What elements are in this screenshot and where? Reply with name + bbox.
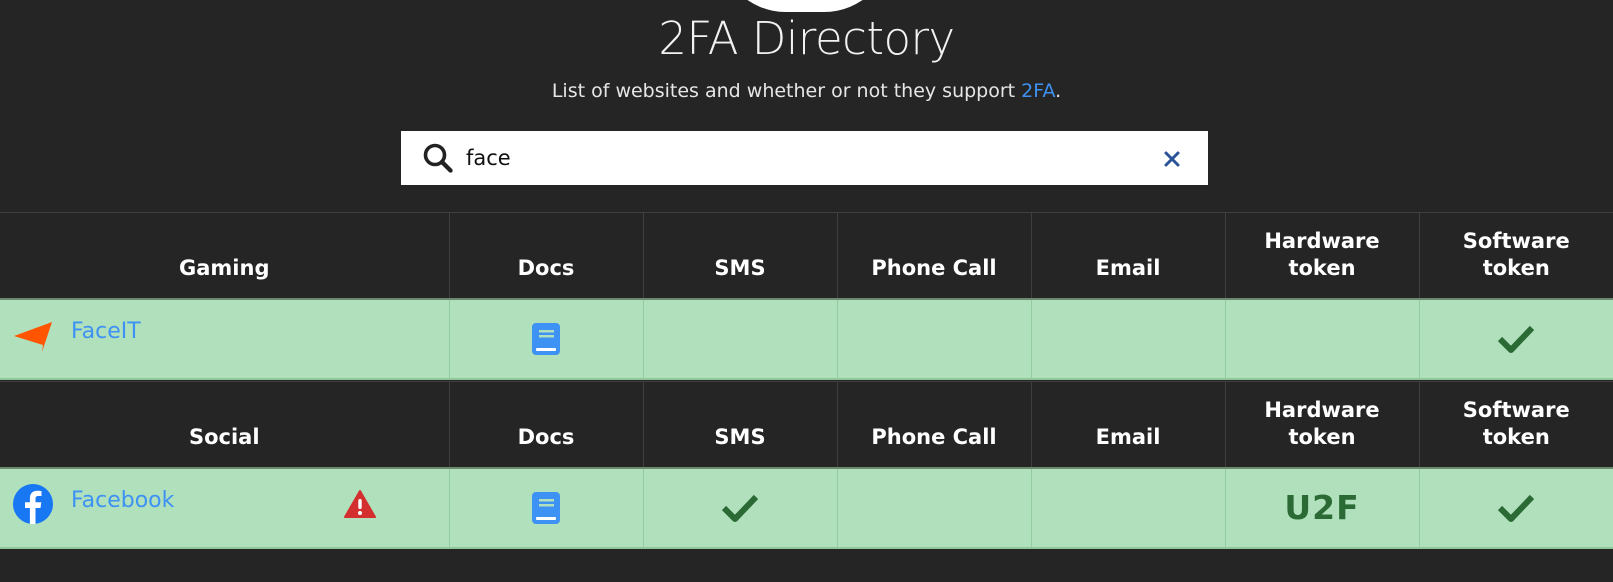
docs-cell bbox=[448, 298, 643, 379]
table-header-row: Gaming Docs SMS Phone Call Email Hardwar… bbox=[0, 212, 1613, 299]
column-docs: Docs bbox=[448, 381, 643, 468]
column-software-label: Software bbox=[1462, 397, 1570, 422]
check-icon bbox=[1498, 325, 1535, 353]
close-icon[interactable] bbox=[1162, 149, 1182, 169]
email-cell bbox=[1030, 298, 1225, 379]
sms-cell bbox=[642, 467, 837, 548]
column-phone-call: Phone Call bbox=[836, 212, 1031, 299]
column-hardware-token: Hardware token bbox=[1224, 212, 1419, 299]
2fa-link[interactable]: 2FA bbox=[1021, 80, 1055, 102]
u2f-badge: U2F bbox=[1284, 488, 1360, 527]
category-table-social: Social Docs SMS Phone Call Email Hardwar… bbox=[0, 381, 1613, 549]
site-cell: Facebook bbox=[0, 467, 449, 548]
facebook-logo-icon bbox=[13, 483, 53, 524]
category-name: Social bbox=[0, 381, 449, 468]
check-icon bbox=[1498, 494, 1535, 522]
docs-book-icon[interactable] bbox=[531, 491, 561, 525]
page: 2FA Directory List of websites and wheth… bbox=[0, 0, 1613, 582]
column-hardware-label-2: token bbox=[1288, 424, 1356, 449]
table-row: Facebook U2F bbox=[0, 467, 1613, 548]
column-hardware-label: Hardware bbox=[1264, 228, 1380, 253]
column-software-token: Software token bbox=[1418, 381, 1613, 468]
column-software-label-2: token bbox=[1482, 255, 1550, 280]
search-icon bbox=[423, 143, 453, 173]
column-hardware-label: Hardware bbox=[1264, 397, 1380, 422]
hardware-token-cell: U2F bbox=[1224, 467, 1419, 548]
column-email: Email bbox=[1030, 212, 1225, 299]
site-link-facebook[interactable]: Facebook bbox=[71, 488, 174, 513]
table-header-row: Social Docs SMS Phone Call Email Hardwar… bbox=[0, 381, 1613, 468]
column-sms: SMS bbox=[642, 381, 837, 468]
software-token-cell bbox=[1418, 298, 1613, 379]
column-docs: Docs bbox=[448, 212, 643, 299]
table-row: FaceIT bbox=[0, 298, 1613, 379]
search-input[interactable] bbox=[466, 141, 1126, 175]
software-token-cell bbox=[1418, 467, 1613, 548]
docs-book-icon[interactable] bbox=[531, 322, 561, 356]
column-software-token: Software token bbox=[1418, 212, 1613, 299]
column-software-label: Software bbox=[1462, 228, 1570, 253]
sms-cell bbox=[642, 298, 837, 379]
email-cell bbox=[1030, 467, 1225, 548]
search-bar bbox=[401, 131, 1208, 185]
phone-call-cell bbox=[836, 298, 1031, 379]
check-icon bbox=[722, 494, 758, 522]
page-title: 2FA Directory bbox=[658, 12, 955, 65]
warning-icon[interactable] bbox=[344, 489, 376, 519]
column-phone-call: Phone Call bbox=[836, 381, 1031, 468]
subtitle-suffix: . bbox=[1055, 80, 1062, 102]
site-link-faceit[interactable]: FaceIT bbox=[71, 319, 141, 344]
hardware-token-cell bbox=[1224, 298, 1419, 379]
category-table-gaming: Gaming Docs SMS Phone Call Email Hardwar… bbox=[0, 212, 1613, 380]
column-email: Email bbox=[1030, 381, 1225, 468]
category-name: Gaming bbox=[0, 212, 449, 299]
column-hardware-token: Hardware token bbox=[1224, 381, 1419, 468]
site-logo-arc[interactable] bbox=[718, 0, 892, 12]
faceit-logo-icon bbox=[14, 321, 52, 352]
column-sms: SMS bbox=[642, 212, 837, 299]
docs-cell bbox=[448, 467, 643, 548]
page-subtitle: List of websites and whether or not they… bbox=[0, 80, 1613, 102]
site-cell: FaceIT bbox=[0, 298, 449, 379]
column-software-label-2: token bbox=[1482, 424, 1550, 449]
column-hardware-label-2: token bbox=[1288, 255, 1356, 280]
phone-call-cell bbox=[836, 467, 1031, 548]
subtitle-text: List of websites and whether or not they… bbox=[551, 80, 1022, 102]
